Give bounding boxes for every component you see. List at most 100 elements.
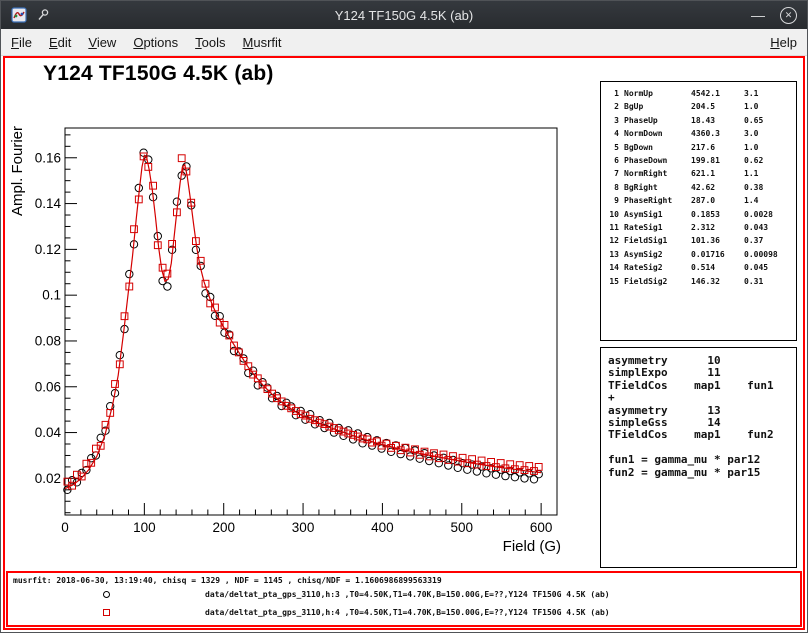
close-icon[interactable]: ✕ <box>780 7 797 24</box>
param-name: PhaseUp <box>624 114 686 127</box>
param-n: 1 <box>605 87 619 100</box>
application-window: Y124 TF150G 4.5K (ab) — ✕ File Edit View Op… <box>0 0 808 633</box>
param-name: RateSig1 <box>624 221 686 234</box>
param-error: 1.1 <box>744 167 792 180</box>
param-name: RateSig2 <box>624 261 686 274</box>
menu-item-musrfit[interactable]: Musrfit <box>243 35 282 50</box>
data-point-circle <box>183 163 190 170</box>
param-error: 0.045 <box>744 261 792 274</box>
param-value: 621.1 <box>691 167 739 180</box>
minimize-icon[interactable]: — <box>751 8 765 22</box>
param-n: 5 <box>605 141 619 154</box>
param-row: 1NormUp4542.13.1 <box>605 87 792 100</box>
param-row: 7NormRight621.11.1 <box>605 167 792 180</box>
param-row: 15FieldSig2146.320.31 <box>605 275 792 288</box>
param-value: 101.36 <box>691 234 739 247</box>
param-row: 10 AsymSig1 0.1853 0.0028 <box>605 208 792 221</box>
param-value: 0.514 <box>691 261 739 274</box>
param-n: 10 <box>605 208 619 221</box>
parameter-list: 1NormUp4542.13.12BgUp204.51.03PhaseUp18.… <box>605 87 792 288</box>
data-point-square <box>526 463 533 470</box>
data-point-square <box>516 462 523 469</box>
param-name: NormUp <box>624 87 686 100</box>
param-value: 4360.3 <box>691 127 739 140</box>
param-n: 6 <box>605 154 619 167</box>
param-row: 11RateSig12.3120.043 <box>605 221 792 234</box>
param-value: 42.62 <box>691 181 739 194</box>
legend-row: data/deltat_pta_gps_3110,h:4 ,T0=4.50K,T… <box>8 608 800 620</box>
app-icon <box>11 7 27 23</box>
legend-marker-square <box>103 609 110 616</box>
x-tick-label: 200 <box>212 520 235 535</box>
titlebar: Y124 TF150G 4.5K (ab) — ✕ <box>1 1 807 29</box>
theory-box: asymmetry 10 simplExpo 11 TFieldCos map1… <box>600 347 797 568</box>
menu-items: File Edit View Options Tools Musrfit Help <box>11 35 797 50</box>
data-point-circle <box>126 270 133 277</box>
param-value: 199.81 <box>691 154 739 167</box>
param-row: 12FieldSig1101.360.37 <box>605 234 792 247</box>
data-point-square <box>178 155 185 162</box>
y-tick-label: 0.08 <box>35 333 61 348</box>
plot-svg: 01002003004005006000.020.040.060.080.10.… <box>5 58 601 578</box>
param-value: 204.5 <box>691 100 739 113</box>
param-error: 0.0028 <box>744 208 792 221</box>
param-row: 6PhaseDown199.810.62 <box>605 154 792 167</box>
param-error: 1.4 <box>744 194 792 207</box>
param-row: 8BgRight42.620.38 <box>605 181 792 194</box>
menu-item-view[interactable]: View <box>88 35 116 50</box>
y-tick-label: 0.12 <box>35 242 61 257</box>
param-n: 12 <box>605 234 619 247</box>
param-error: 0.043 <box>744 221 792 234</box>
legend-label: data/deltat_pta_gps_3110,h:3 ,T0=4.50K,T… <box>205 590 610 599</box>
param-name: BgDown <box>624 141 686 154</box>
menu-item-help[interactable]: Help <box>770 35 797 50</box>
legend-label: data/deltat_pta_gps_3110,h:4 ,T0=4.50K,T… <box>205 608 610 617</box>
legend-marker-circle <box>103 591 110 598</box>
pin-icon[interactable] <box>36 8 50 22</box>
param-value: 217.6 <box>691 141 739 154</box>
data-point-circle <box>268 395 275 402</box>
param-n: 4 <box>605 127 619 140</box>
legend-pad: musrfit: 2018-06-30, 13:19:40, chisq = 1… <box>6 571 802 627</box>
param-name: NormDown <box>624 127 686 140</box>
param-error: 1.0 <box>744 100 792 113</box>
menu-item-options[interactable]: Options <box>133 35 178 50</box>
y-tick-label: 0.1 <box>42 288 61 303</box>
param-name: AsymSig1 <box>624 208 686 221</box>
y-tick-label: 0.14 <box>35 196 62 211</box>
param-n: 11 <box>605 221 619 234</box>
y-tick-label: 0.04 <box>35 425 62 440</box>
param-value: 0.01716 <box>691 248 739 261</box>
param-row: 4 NormDown 4360.3 3.0 <box>605 127 792 140</box>
param-value: 146.32 <box>691 275 739 288</box>
legend-row: data/deltat_pta_gps_3110,h:3 ,T0=4.50K,T… <box>8 590 800 602</box>
parameter-box: 1NormUp4542.13.12BgUp204.51.03PhaseUp18.… <box>600 81 797 341</box>
menu-item-file[interactable]: File <box>11 35 32 50</box>
param-name: BgRight <box>624 181 686 194</box>
param-name: PhaseRight <box>624 194 686 207</box>
data-point-circle <box>116 352 123 359</box>
menu-item-edit[interactable]: Edit <box>49 35 71 50</box>
data-point-square <box>507 461 514 468</box>
data-point-square <box>131 226 138 233</box>
param-name: FieldSig1 <box>624 234 686 247</box>
x-axis-title: Field (G) <box>503 538 561 555</box>
param-row: 2BgUp204.51.0 <box>605 100 792 113</box>
param-row: 9PhaseRight287.01.4 <box>605 194 792 207</box>
data-point-circle <box>511 474 518 481</box>
y-tick-label: 0.16 <box>35 150 61 165</box>
param-n: 2 <box>605 100 619 113</box>
param-value: 0.1853 <box>691 208 739 221</box>
data-point-circle <box>192 246 199 253</box>
param-n: 15 <box>605 275 619 288</box>
data-point-square <box>121 313 128 320</box>
menu-item-tools[interactable]: Tools <box>195 35 225 50</box>
x-tick-label: 600 <box>530 520 553 535</box>
param-error: 3.0 <box>744 127 792 140</box>
param-error: 0.00098 <box>744 248 792 261</box>
x-tick-label: 500 <box>451 520 474 535</box>
x-tick-label: 300 <box>292 520 315 535</box>
y-tick-label: 0.06 <box>35 379 61 394</box>
param-name: AsymSig2 <box>624 248 686 261</box>
param-row: 14RateSig20.5140.045 <box>605 261 792 274</box>
